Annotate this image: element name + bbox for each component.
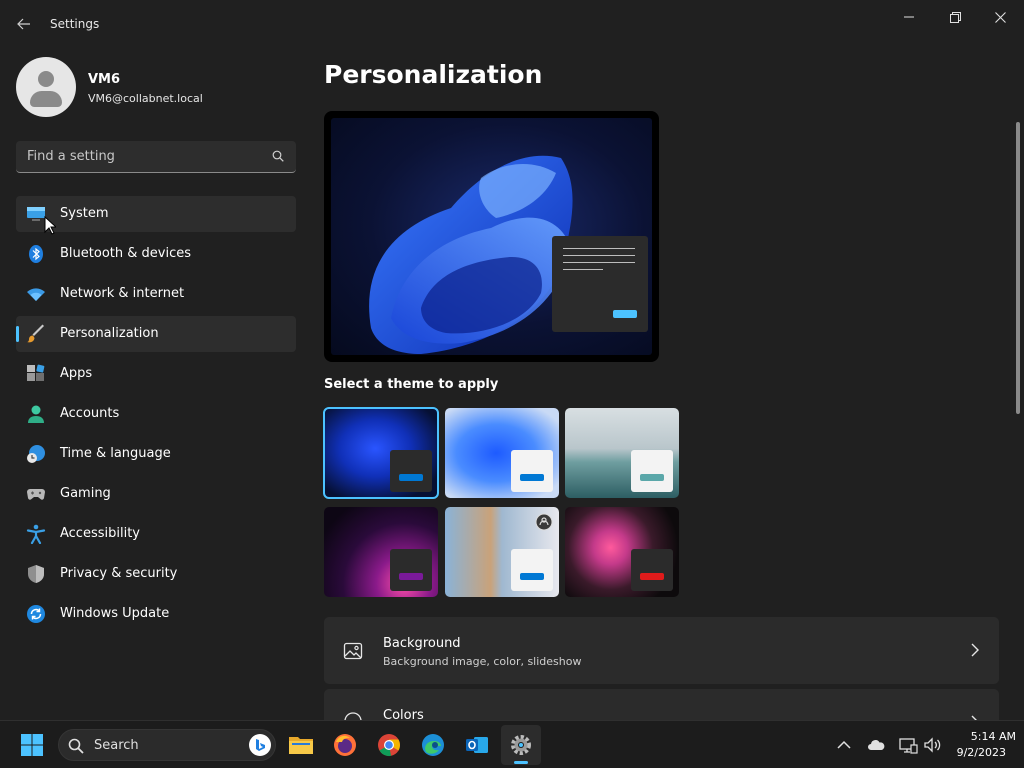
theme-windows-light[interactable]	[445, 408, 559, 498]
sidebar-item-label: System	[60, 206, 109, 221]
sidebar-item-label: Personalization	[60, 326, 159, 341]
theme-windows-dark[interactable]	[323, 407, 439, 499]
folder-icon	[289, 737, 313, 754]
main-scrollbar[interactable]	[1016, 122, 1020, 414]
sidebar-item-time-language[interactable]: Time & language	[16, 436, 296, 472]
theme-preview	[324, 111, 659, 362]
taskbar-search[interactable]: Search	[58, 729, 276, 761]
shield-icon	[28, 565, 44, 583]
accounts-icon	[28, 405, 44, 423]
outlook-icon	[466, 737, 488, 753]
sidebar-item-label: Privacy & security	[60, 566, 178, 581]
brush-icon	[27, 324, 44, 343]
system-icon	[27, 207, 45, 221]
back-arrow-icon	[17, 18, 30, 30]
onedrive-icon[interactable]	[866, 735, 886, 755]
minimize-button[interactable]	[889, 6, 929, 28]
card-subtitle: Background image, color, slideshow	[383, 655, 582, 668]
sidebar-item-label: Apps	[60, 366, 93, 381]
sidebar-item-apps[interactable]: Apps	[16, 356, 296, 392]
firefox-icon	[334, 734, 356, 756]
edge-icon	[422, 734, 444, 756]
image-icon	[343, 642, 363, 660]
firefox-button[interactable]	[325, 725, 365, 765]
preview-window	[552, 236, 648, 332]
search-icon[interactable]	[272, 150, 284, 162]
search-input[interactable]	[16, 141, 266, 172]
sidebar-item-personalization[interactable]: Personalization	[16, 316, 296, 352]
sidebar-item-label: Gaming	[60, 486, 111, 501]
gamepad-icon	[27, 489, 45, 500]
chevron-up-icon[interactable]	[834, 735, 854, 755]
back-button[interactable]	[12, 12, 36, 36]
volume-icon[interactable]	[922, 735, 942, 755]
sidebar-item-label: Time & language	[60, 446, 171, 461]
theme-glow-landscape[interactable]	[565, 408, 679, 498]
chrome-icon	[378, 734, 400, 757]
outlook-button[interactable]	[457, 725, 497, 765]
sidebar-item-bluetooth[interactable]: Bluetooth & devices	[16, 236, 296, 272]
chevron-right-icon	[971, 643, 979, 657]
app-title: Settings	[50, 17, 100, 31]
windows-logo-icon	[21, 734, 43, 756]
globe-clock-icon	[27, 445, 45, 463]
clock-time[interactable]: 5:14 AM	[946, 730, 1016, 743]
sidebar-item-system[interactable]: System	[16, 196, 296, 232]
theme-grid	[323, 407, 684, 598]
theme-spotlight[interactable]	[445, 507, 559, 597]
file-explorer-button[interactable]	[281, 725, 321, 765]
accessibility-icon	[26, 524, 46, 544]
restore-icon	[949, 11, 961, 23]
avatar	[16, 57, 76, 117]
card-title: Background	[383, 636, 461, 651]
sidebar-item-label: Windows Update	[60, 606, 170, 621]
gear-icon	[511, 735, 531, 755]
colors-setting-card[interactable]: Colors	[324, 689, 999, 730]
sidebar-item-gaming[interactable]: Gaming	[16, 476, 296, 512]
sidebar-item-label: Network & internet	[60, 286, 185, 301]
sidebar-item-label: Accessibility	[60, 526, 140, 541]
close-icon	[994, 11, 1006, 23]
theme-flow[interactable]	[565, 507, 679, 597]
sidebar-item-accessibility[interactable]: Accessibility	[16, 516, 296, 552]
spotlight-badge-icon	[535, 513, 553, 531]
bing-icon[interactable]	[249, 734, 271, 756]
close-button[interactable]	[980, 6, 1020, 28]
taskbar: Search 5:14 AM 9/2/2023	[0, 720, 1024, 768]
settings-taskbar-button[interactable]	[501, 725, 541, 765]
themes-label: Select a theme to apply	[324, 377, 499, 392]
apps-icon	[27, 364, 45, 381]
edge-button[interactable]	[413, 725, 453, 765]
taskbar-search-label: Search	[94, 738, 139, 753]
sidebar-item-label: Bluetooth & devices	[60, 246, 191, 261]
title-bar: Settings	[0, 0, 1024, 48]
chrome-button[interactable]	[369, 725, 409, 765]
sidebar-item-accounts[interactable]: Accounts	[16, 396, 296, 432]
wifi-icon	[27, 288, 45, 301]
clock-date[interactable]: 9/2/2023	[946, 746, 1006, 759]
page-title: Personalization	[324, 60, 543, 89]
sidebar-nav: System Bluetooth & devices Network & int…	[16, 196, 296, 636]
user-name: VM6	[88, 72, 121, 87]
user-email: VM6@collabnet.local	[88, 92, 203, 105]
sidebar-item-label: Accounts	[60, 406, 120, 421]
sidebar-item-privacy-security[interactable]: Privacy & security	[16, 556, 296, 592]
search-icon	[68, 738, 84, 754]
minimize-icon	[904, 16, 914, 18]
update-icon	[27, 605, 45, 623]
user-profile[interactable]: VM6 VM6@collabnet.local	[16, 57, 296, 117]
sidebar-item-windows-update[interactable]: Windows Update	[16, 596, 296, 632]
restore-button[interactable]	[935, 6, 975, 28]
network-icon[interactable]	[898, 735, 918, 755]
background-setting-card[interactable]: Background Background image, color, slid…	[324, 617, 999, 684]
bluetooth-icon	[29, 245, 43, 263]
theme-captured-motion[interactable]	[324, 507, 438, 597]
search-box[interactable]	[16, 141, 296, 173]
start-button[interactable]	[12, 725, 52, 765]
mouse-cursor-icon	[44, 216, 56, 235]
sidebar-item-network[interactable]: Network & internet	[16, 276, 296, 312]
